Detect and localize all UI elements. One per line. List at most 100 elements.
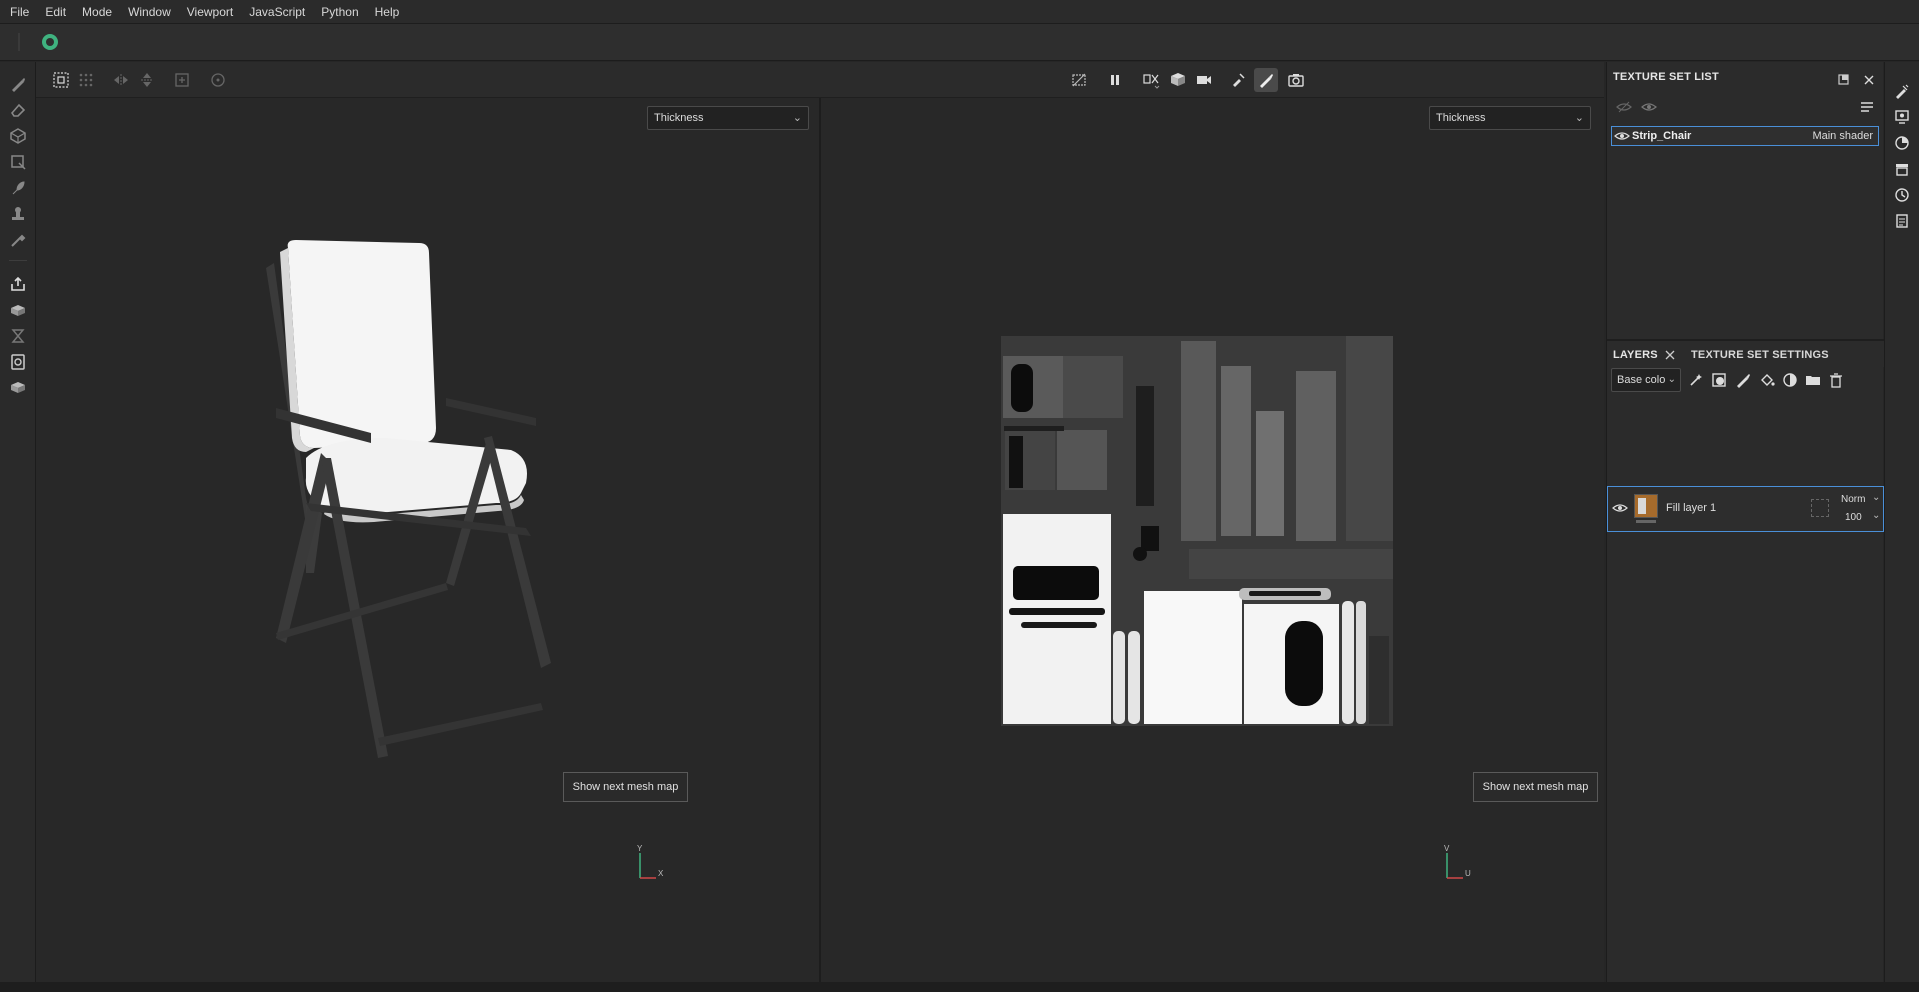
menu-bar: File Edit Mode Window Viewport JavaScrip… (0, 0, 1919, 24)
right-icon-strip (1884, 62, 1919, 982)
environment-globe-icon[interactable] (1893, 134, 1911, 152)
chevron-down-icon: ⌄ (792, 112, 802, 124)
axis-gizmo-2d: V U (1444, 844, 1471, 879)
eye-icon[interactable] (1613, 127, 1631, 145)
tab-layers[interactable]: LAYERS (1613, 349, 1658, 361)
chevron-down-icon: ⌄ (1872, 510, 1881, 521)
grid-dots-icon[interactable] (74, 68, 98, 92)
hide-overlay-icon[interactable] (1067, 68, 1091, 92)
layer-row[interactable]: Fill layer 1 Norm ⌄ 100 ⌄ (1607, 486, 1884, 532)
layer-thumbnail[interactable] (1634, 494, 1658, 518)
hide-all-icon[interactable] (1615, 98, 1633, 116)
document-search-icon[interactable] (6, 350, 30, 374)
layer-name[interactable]: Fill layer 1 (1666, 502, 1716, 514)
polygon-fill-tool-icon[interactable] (6, 150, 30, 174)
chair-model (266, 240, 551, 758)
add-frame-icon[interactable] (170, 68, 194, 92)
add-folder-icon[interactable] (1804, 371, 1822, 389)
brush-properties-icon[interactable] (1893, 82, 1911, 100)
list-menu-icon[interactable] (1858, 98, 1876, 116)
split-view-icon[interactable] (1139, 68, 1163, 92)
add-paint-layer-icon[interactable] (1734, 371, 1752, 389)
grid-select-icon[interactable] (49, 68, 73, 92)
hourglass-icon[interactable] (6, 324, 30, 348)
layer-blend-mode[interactable]: Norm (1841, 494, 1865, 505)
texture-set-item[interactable]: Strip_Chair Main shader (1611, 126, 1879, 146)
menu-python[interactable]: Python (313, 0, 366, 24)
axis-y-label: Y (637, 844, 643, 853)
export-icon[interactable] (6, 272, 30, 296)
add-fill-layer-icon[interactable] (1758, 371, 1776, 389)
viewport-2d[interactable]: Thickness ⌄ V U Show next mesh map (821, 98, 1604, 982)
mirror-x-icon[interactable] (109, 68, 133, 92)
toolbar-separator (9, 260, 27, 261)
mesh-box-icon[interactable] (6, 376, 30, 400)
paint-brush-tool-icon[interactable] (6, 72, 30, 96)
chevron-down-icon: ⌄ (1872, 492, 1881, 503)
channel-select-3d[interactable]: Thickness ⌄ (647, 106, 809, 130)
screenshot-camera-icon[interactable] (1284, 68, 1308, 92)
undock-icon[interactable] (1835, 71, 1853, 89)
menu-help[interactable]: Help (367, 0, 408, 24)
channel-select-3d-value: Thickness (654, 112, 704, 124)
chevron-down-icon: ⌄ (1667, 374, 1676, 385)
display-cube-icon[interactable] (1166, 68, 1190, 92)
channel-select-2d[interactable]: Thickness ⌄ (1429, 106, 1591, 130)
uv-texture-map (1001, 336, 1393, 726)
texture-set-shader[interactable]: Main shader (1812, 130, 1873, 142)
color-picker-tool-icon[interactable] (6, 228, 30, 252)
menu-edit[interactable]: Edit (37, 0, 74, 24)
shelf-archive-icon[interactable] (1893, 160, 1911, 178)
paint-mode-icon[interactable] (1254, 68, 1278, 92)
menu-window[interactable]: Window (120, 0, 179, 24)
projection-tool-icon[interactable] (6, 124, 30, 148)
mirror-y-icon[interactable] (135, 68, 159, 92)
axis-v-label: V (1444, 844, 1450, 853)
texture-set-list-title: TEXTURE SET LIST (1613, 71, 1719, 83)
close-icon[interactable] (1860, 71, 1878, 89)
menu-viewport[interactable]: Viewport (179, 0, 241, 24)
layer-mask-placeholder (1811, 499, 1829, 517)
display-settings-icon[interactable] (1893, 108, 1911, 126)
layer-opacity[interactable]: 100 (1845, 512, 1862, 523)
viewport-toolbar (36, 62, 1604, 98)
context-toolbar (0, 24, 1919, 61)
axis-gizmo-3d: Y X (637, 844, 664, 879)
log-document-icon[interactable] (1893, 212, 1911, 230)
menu-javascript[interactable]: JavaScript (241, 0, 313, 24)
viewport-3d[interactable]: Thickness ⌄ Y X Show next mesh map (36, 98, 819, 982)
show-next-mesh-map-button-2d[interactable]: Show next mesh map (1473, 772, 1598, 802)
show-all-icon[interactable] (1640, 98, 1658, 116)
chevron-down-icon: ⌄ (1574, 112, 1584, 124)
layers-tab-bar: LAYERS TEXTURE SET SETTINGS (1607, 341, 1884, 367)
left-toolbar (0, 62, 36, 982)
bake-icon[interactable] (6, 298, 30, 322)
add-mask-icon[interactable] (1710, 371, 1728, 389)
close-tab-icon[interactable] (1661, 346, 1679, 364)
tab-texture-set-settings[interactable]: TEXTURE SET SETTINGS (1691, 349, 1829, 361)
layer-thumbnail-bar (1636, 520, 1656, 523)
symmetry-brush-icon[interactable] (1226, 68, 1250, 92)
status-bar (0, 982, 1919, 992)
smudge-tool-icon[interactable] (6, 176, 30, 200)
delete-layer-icon[interactable] (1827, 371, 1845, 389)
reset-rotation-icon[interactable] (206, 68, 230, 92)
eraser-tool-icon[interactable] (6, 98, 30, 122)
layer-channel-select-value: Base colo (1617, 374, 1666, 386)
toolbar-grip (18, 33, 20, 51)
camera-video-icon[interactable] (1192, 68, 1216, 92)
layer-channel-select[interactable]: Base colo ⌄ (1611, 368, 1681, 392)
texture-set-name: Strip_Chair (1632, 130, 1692, 142)
add-effect-icon[interactable] (1687, 371, 1705, 389)
pause-icon[interactable] (1103, 68, 1127, 92)
menu-file[interactable]: File (2, 0, 37, 24)
clone-stamp-tool-icon[interactable] (6, 202, 30, 226)
show-next-mesh-map-button-3d[interactable]: Show next mesh map (563, 772, 688, 802)
axis-x-label: X (658, 869, 664, 878)
history-clock-icon[interactable] (1893, 186, 1911, 204)
layer-visibility-eye-icon[interactable] (1611, 499, 1629, 517)
menu-mode[interactable]: Mode (74, 0, 120, 24)
add-smart-material-icon[interactable] (1781, 371, 1799, 389)
axis-u-label: U (1465, 869, 1471, 878)
status-icon[interactable] (42, 34, 58, 50)
